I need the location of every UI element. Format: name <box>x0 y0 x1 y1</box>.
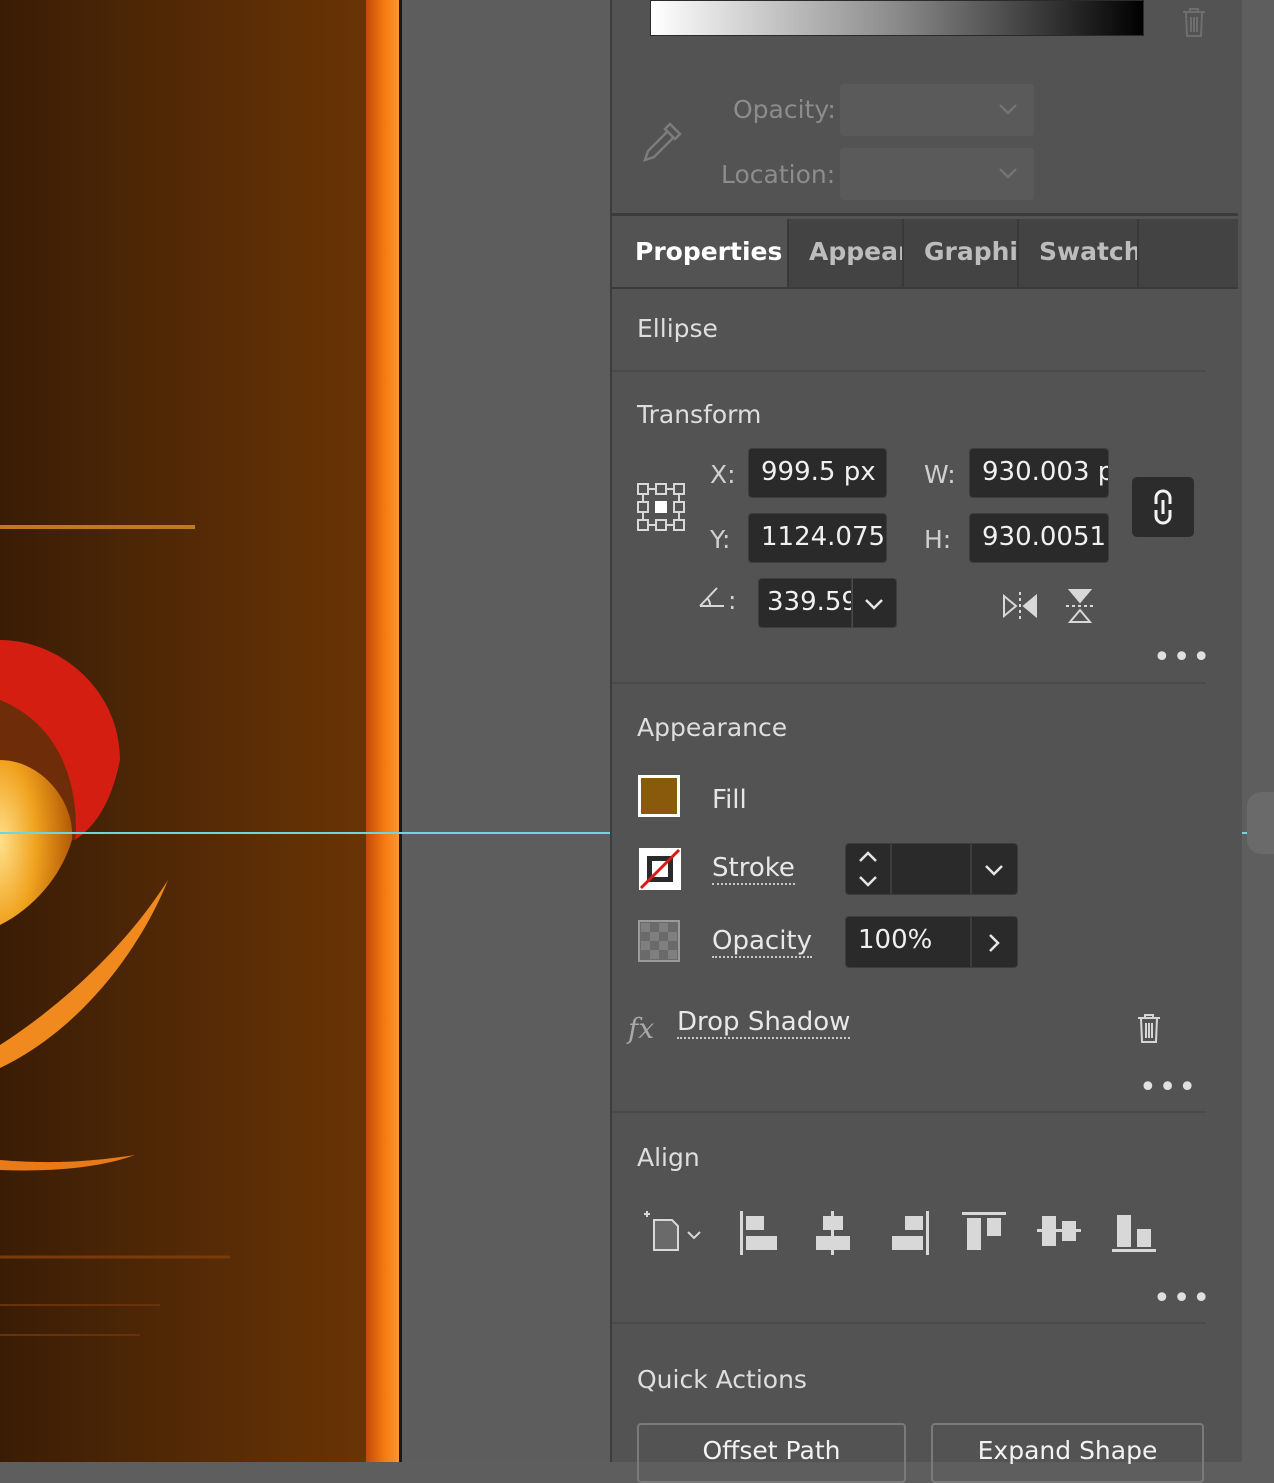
y-position-input[interactable]: 1124.075 <box>748 513 887 563</box>
expand-shape-button[interactable]: Expand Shape <box>931 1423 1204 1483</box>
gradient-slider[interactable] <box>650 0 1144 36</box>
constrain-proportions-button[interactable] <box>1132 477 1194 537</box>
opacity-input[interactable]: 100% <box>845 916 971 968</box>
delete-effect-icon[interactable] <box>1135 1012 1163 1044</box>
gradient-opacity-dropdown[interactable] <box>840 84 1034 136</box>
stepper-arrows-icon <box>859 851 877 887</box>
rotate-angle-dropdown[interactable] <box>852 578 897 628</box>
chevron-down-icon <box>999 168 1017 179</box>
fill-label: Fill <box>712 785 747 815</box>
x-position-input[interactable]: 999.5 px <box>748 448 887 498</box>
height-input[interactable]: 930.0051 <box>969 513 1109 563</box>
stroke-link[interactable]: Stroke <box>712 853 795 885</box>
chevron-down-icon <box>999 104 1017 115</box>
panel-tab-bar: Properties Appear Graphic Swatche <box>612 219 1238 289</box>
align-left-icon[interactable] <box>738 1210 780 1256</box>
align-to-selection-dropdown[interactable] <box>642 1210 706 1254</box>
appearance-more-options[interactable]: ••• <box>1139 1070 1198 1105</box>
flip-vertical-icon[interactable] <box>1064 587 1096 625</box>
appearance-title: Appearance <box>637 713 788 742</box>
align-top-icon[interactable] <box>961 1210 1007 1252</box>
offset-path-button[interactable]: Offset Path <box>637 1423 906 1483</box>
align-right-icon[interactable] <box>889 1210 931 1256</box>
eyedropper-icon[interactable] <box>640 118 686 164</box>
stroke-weight-dropdown[interactable] <box>971 843 1018 895</box>
tab-graphic-styles[interactable]: Graphic <box>904 219 1019 287</box>
chevron-right-icon <box>989 934 1000 952</box>
stroke-weight-stepper[interactable] <box>845 843 891 895</box>
flip-horizontal-icon[interactable] <box>1001 590 1039 622</box>
y-label: Y: <box>710 525 731 554</box>
opacity-link[interactable]: Opacity <box>712 926 813 958</box>
align-more-options[interactable]: ••• <box>1153 1281 1212 1316</box>
h-label: H: <box>924 525 952 554</box>
gradient-opacity-label: Opacity: <box>733 95 836 124</box>
scrollbar-thumb[interactable] <box>1247 792 1274 854</box>
stroke-swatch[interactable] <box>638 847 682 891</box>
align-vertical-center-icon[interactable] <box>1036 1210 1082 1252</box>
align-horizontal-center-icon[interactable] <box>814 1210 852 1256</box>
artboard-canvas[interactable] <box>0 0 370 1462</box>
opacity-checker-icon <box>638 920 680 962</box>
divider <box>612 370 1206 372</box>
artboard-edge-highlight <box>366 0 400 1462</box>
delete-stop-icon[interactable] <box>1180 6 1208 38</box>
transform-more-options[interactable]: ••• <box>1153 640 1212 675</box>
artwork-illustration <box>0 525 230 1336</box>
angle-label: : <box>728 586 737 615</box>
quick-actions-title: Quick Actions <box>637 1365 807 1394</box>
transform-title: Transform <box>637 400 762 429</box>
gradient-location-label: Location: <box>721 160 836 189</box>
x-label: X: <box>710 460 736 489</box>
gradient-location-dropdown[interactable] <box>840 148 1034 200</box>
reference-point-icon[interactable] <box>636 482 686 532</box>
divider <box>612 682 1206 684</box>
fx-icon[interactable]: fx <box>628 1012 654 1045</box>
divider <box>612 1111 1206 1113</box>
object-type-label: Ellipse <box>637 314 718 343</box>
align-title: Align <box>637 1143 700 1172</box>
horizontal-guide[interactable] <box>0 832 610 834</box>
rotate-angle-icon <box>697 584 727 610</box>
rotate-angle-input[interactable]: 339.59 <box>758 578 852 628</box>
fill-swatch[interactable] <box>638 775 680 817</box>
divider <box>612 1322 1206 1324</box>
tab-properties[interactable]: Properties <box>612 219 789 287</box>
chevron-down-icon <box>865 599 883 610</box>
link-icon <box>1154 489 1172 525</box>
stroke-weight-input[interactable] <box>891 843 971 895</box>
w-label: W: <box>924 460 956 489</box>
pasteboard[interactable] <box>402 0 610 1462</box>
tab-swatches[interactable]: Swatche <box>1019 219 1139 287</box>
tab-appearance[interactable]: Appear <box>789 219 904 287</box>
align-bottom-icon[interactable] <box>1111 1210 1157 1254</box>
fill-color <box>641 778 677 814</box>
width-input[interactable]: 930.003 p <box>969 448 1109 498</box>
opacity-slider-toggle[interactable] <box>971 916 1018 968</box>
drop-shadow-link[interactable]: Drop Shadow <box>677 1007 851 1039</box>
chevron-down-icon <box>985 865 1003 876</box>
